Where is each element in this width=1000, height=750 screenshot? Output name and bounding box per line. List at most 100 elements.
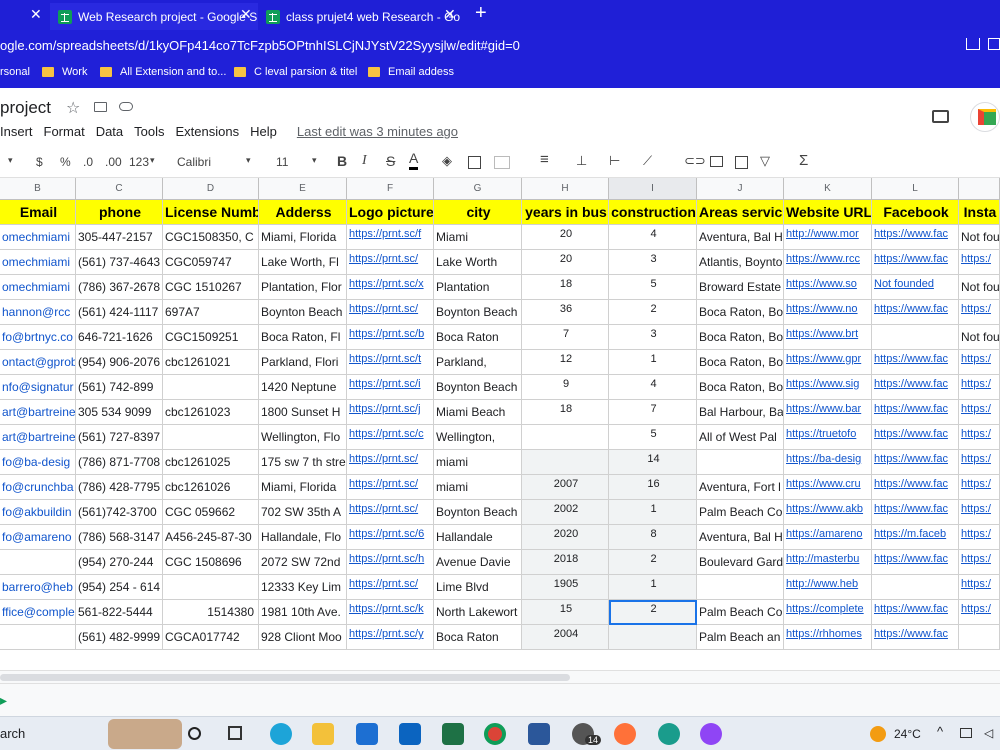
column-header-g[interactable]: G [434, 178, 522, 200]
grid-cell[interactable]: miami [434, 450, 522, 475]
grid-cell[interactable]: 18 [522, 275, 609, 300]
grid-cell[interactable]: cbc1261026 [163, 475, 259, 500]
grid-cell[interactable]: 5 [609, 425, 697, 450]
filter-icon[interactable]: ▽ [760, 153, 770, 169]
grid-cell[interactable]: 697A7 [163, 300, 259, 325]
grid-cell[interactable]: 646-721-1626 [76, 325, 163, 350]
grid-cell[interactable]: https:/ [959, 550, 1000, 575]
grid-cell[interactable] [522, 450, 609, 475]
grid-cell[interactable]: https://prnt.sc/i [347, 375, 434, 400]
grid-cell[interactable]: 2007 [522, 475, 609, 500]
grid-cell[interactable]: https://www.fac [872, 300, 959, 325]
grid-cell[interactable]: 1 [609, 575, 697, 600]
grid-cell[interactable]: https://www.fac [872, 500, 959, 525]
grid-cell[interactable]: fo@ba-desig [0, 450, 76, 475]
grid-cell[interactable]: 36 [522, 300, 609, 325]
grid-cell[interactable]: 14 [609, 450, 697, 475]
grid-cell[interactable]: 18 [522, 400, 609, 425]
grid-cell[interactable] [872, 575, 959, 600]
grid-cell[interactable]: https://prnt.sc/c [347, 425, 434, 450]
grid-cell[interactable]: https://prnt.sc/h [347, 550, 434, 575]
column-header-h[interactable]: H [522, 178, 609, 200]
grid-cell[interactable]: 2004 [522, 625, 609, 650]
grid-cell[interactable]: https://prnt.sc/f [347, 225, 434, 250]
grid-cell[interactable]: Wellington, Flo [259, 425, 347, 450]
store-icon[interactable] [356, 723, 378, 745]
doc-title[interactable]: project [0, 98, 51, 118]
grid-cell[interactable]: (786) 367-2678 [76, 275, 163, 300]
grid-cell[interactable]: 1 [609, 500, 697, 525]
grid-cell[interactable]: https://prnt.sc/ [347, 575, 434, 600]
strikethrough-button[interactable]: S [386, 153, 395, 169]
last-edit-link[interactable]: Last edit was 3 minutes ago [297, 124, 458, 139]
header-cell[interactable]: construction [609, 200, 697, 225]
edge-icon[interactable] [270, 723, 292, 745]
grid-cell[interactable]: Palm Beach Co [697, 600, 784, 625]
header-cell[interactable]: License Numb [163, 200, 259, 225]
grid-cell[interactable]: (561) 737-4643 [76, 250, 163, 275]
header-cell[interactable]: Facebook [872, 200, 959, 225]
network-icon[interactable] [960, 728, 972, 738]
grid-cell[interactable]: https://rhhomes [784, 625, 872, 650]
grid-cell[interactable]: https://www.fac [872, 450, 959, 475]
grid-cell[interactable]: 1514380 [163, 600, 259, 625]
decrease-decimal-button[interactable]: .0 [83, 155, 93, 169]
grid-cell[interactable]: Boca Raton, Bo [697, 375, 784, 400]
grid-cell[interactable]: cbc1261023 [163, 400, 259, 425]
mail-icon[interactable] [399, 723, 421, 745]
bookmark-extensions[interactable]: All Extension and to... [100, 66, 226, 78]
grid-cell[interactable]: Parkland, [434, 350, 522, 375]
grid-cell[interactable]: Atlantis, Boynto [697, 250, 784, 275]
cortana-icon[interactable] [188, 727, 201, 740]
grid-cell[interactable]: Miami Beach [434, 400, 522, 425]
bold-button[interactable]: B [337, 153, 347, 169]
grid-cell[interactable]: Boca Raton, Bo [697, 325, 784, 350]
grid-cell[interactable]: https://www.fac [872, 600, 959, 625]
header-cell[interactable]: city [434, 200, 522, 225]
insert-comment-icon[interactable] [710, 156, 723, 167]
grid-cell[interactable]: Boynton Beach [434, 500, 522, 525]
close-tab-icon[interactable]: ✕ [444, 6, 456, 23]
bookmark-personal[interactable]: rsonal [0, 66, 30, 78]
grid-cell[interactable]: (954) 254 - 614 [76, 575, 163, 600]
column-header-j[interactable]: J [697, 178, 784, 200]
header-cell[interactable]: Email [0, 200, 76, 225]
grid-cell[interactable]: 2072 SW 72nd [259, 550, 347, 575]
text-color-button[interactable]: A [409, 150, 419, 170]
grid-cell[interactable]: https://www.fac [872, 425, 959, 450]
address-bar[interactable]: ogle.com/spreadsheets/d/1kyOFp414co7TcFz… [0, 30, 1000, 60]
grid-cell[interactable]: https:/ [959, 300, 1000, 325]
grid-cell[interactable]: (954) 270-244 [76, 550, 163, 575]
temperature-label[interactable]: 24°C [894, 727, 921, 741]
grid-cell[interactable]: 928 Cliont Moo [259, 625, 347, 650]
menu-data[interactable]: Data [96, 124, 123, 139]
borders-icon[interactable] [468, 156, 481, 169]
grid-cell[interactable]: https://truetofo [784, 425, 872, 450]
grid-cell[interactable]: https://ba-desig [784, 450, 872, 475]
font-size-select[interactable]: 11 [276, 155, 288, 169]
grid-cell[interactable]: https:/ [959, 400, 1000, 425]
grid-cell[interactable]: https://www.fac [872, 625, 959, 650]
grid-cell[interactable]: Boca Raton, Fl [259, 325, 347, 350]
edge-dev-icon[interactable] [658, 723, 680, 745]
tab-class-prujet[interactable]: class prujet4 web Research - Goo [260, 3, 460, 30]
file-explorer-icon[interactable] [312, 723, 334, 745]
menu-format[interactable]: Format [44, 124, 85, 139]
sheet-list-icon[interactable]: ▸ [0, 692, 7, 709]
column-header-l[interactable]: L [872, 178, 959, 200]
percent-button[interactable]: % [60, 155, 71, 169]
menu-extensions[interactable]: Extensions [176, 124, 240, 139]
grid-cell[interactable]: http://www.mor [784, 225, 872, 250]
grid-cell[interactable]: omechmiami [0, 275, 76, 300]
grid-cell[interactable]: https://www.so [784, 275, 872, 300]
grid-cell[interactable]: https://www.fac [872, 375, 959, 400]
grid-cell[interactable]: 2018 [522, 550, 609, 575]
grid-cell[interactable]: fo@crunchba [0, 475, 76, 500]
header-cell[interactable]: Logo picture [347, 200, 434, 225]
grid-cell[interactable]: https:/ [959, 525, 1000, 550]
grid-cell[interactable] [163, 425, 259, 450]
grid-cell[interactable]: Plantation [434, 275, 522, 300]
window-icon[interactable] [988, 38, 1000, 50]
grid-cell[interactable]: https://www.bar [784, 400, 872, 425]
chart-icon[interactable] [735, 156, 748, 169]
